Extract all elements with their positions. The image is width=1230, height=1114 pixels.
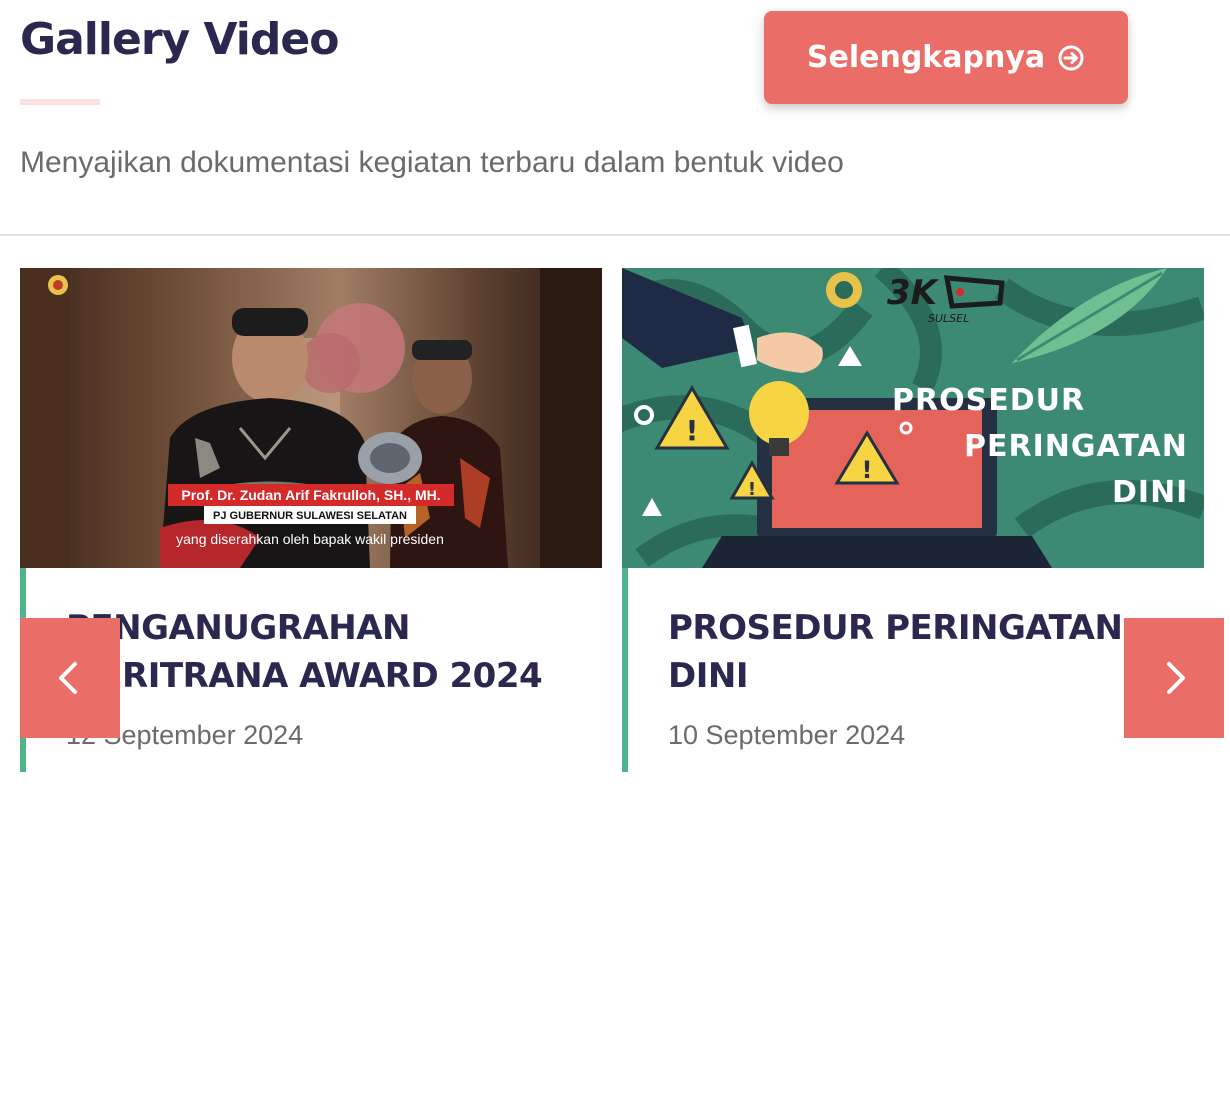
caption-role: PJ GUBERNUR SULAWESI SELATAN (213, 510, 407, 522)
section-subtitle: Menyajikan dokumentasi kegiatan terbaru … (20, 146, 844, 179)
video-title[interactable]: PENGANUGRAHAN MERITRANA AWARD 2024 (66, 604, 566, 700)
carousel-prev-button[interactable] (20, 618, 120, 738)
svg-text:!: ! (748, 479, 756, 500)
video-card-body: PROSEDUR PERINGATAN DINI 10 September 20… (622, 568, 1204, 772)
carousel-next-button[interactable] (1124, 618, 1224, 738)
title-underline (20, 99, 100, 105)
gallery-video-section: Gallery Video Selengkapnya Menyajikan do… (0, 0, 1230, 1114)
svg-text:!: ! (862, 456, 873, 484)
chevron-left-icon (59, 662, 77, 694)
video-date: 10 September 2024 (668, 720, 906, 750)
svg-text:!: ! (686, 414, 699, 447)
caption-name: Prof. Dr. Zudan Arif Fakrulloh, SH., MH. (181, 487, 440, 503)
svg-text:3K: 3K (887, 273, 940, 313)
thumbnail-logo-text: SULSEL (928, 312, 969, 325)
divider (0, 234, 1230, 236)
video-title[interactable]: PROSEDUR PERINGATAN DINI (668, 604, 1168, 700)
thumbnail-line-1: PROSEDUR (892, 383, 1085, 418)
video-thumbnail[interactable]: ! ! ! 3K SULSEL PROSEDUR PERINGATAN DINI (622, 268, 1204, 568)
more-button[interactable]: Selengkapnya (764, 11, 1128, 104)
section-title: Gallery Video (20, 14, 339, 65)
video-card[interactable]: ! ! ! 3K SULSEL PROSEDUR PERINGATAN DINI… (622, 268, 1204, 772)
chevron-right-icon (1167, 662, 1185, 694)
arrow-circle-right-icon (1057, 44, 1085, 72)
caption-subtitle: yang diserahkan oleh bapak wakil preside… (176, 531, 444, 547)
thumbnail-line-3: DINI (1112, 475, 1188, 510)
thumbnail-line-2: PERINGATAN (964, 429, 1188, 464)
video-thumbnail[interactable]: Prof. Dr. Zudan Arif Fakrulloh, SH., MH.… (20, 268, 602, 568)
more-button-label: Selengkapnya (806, 40, 1046, 75)
